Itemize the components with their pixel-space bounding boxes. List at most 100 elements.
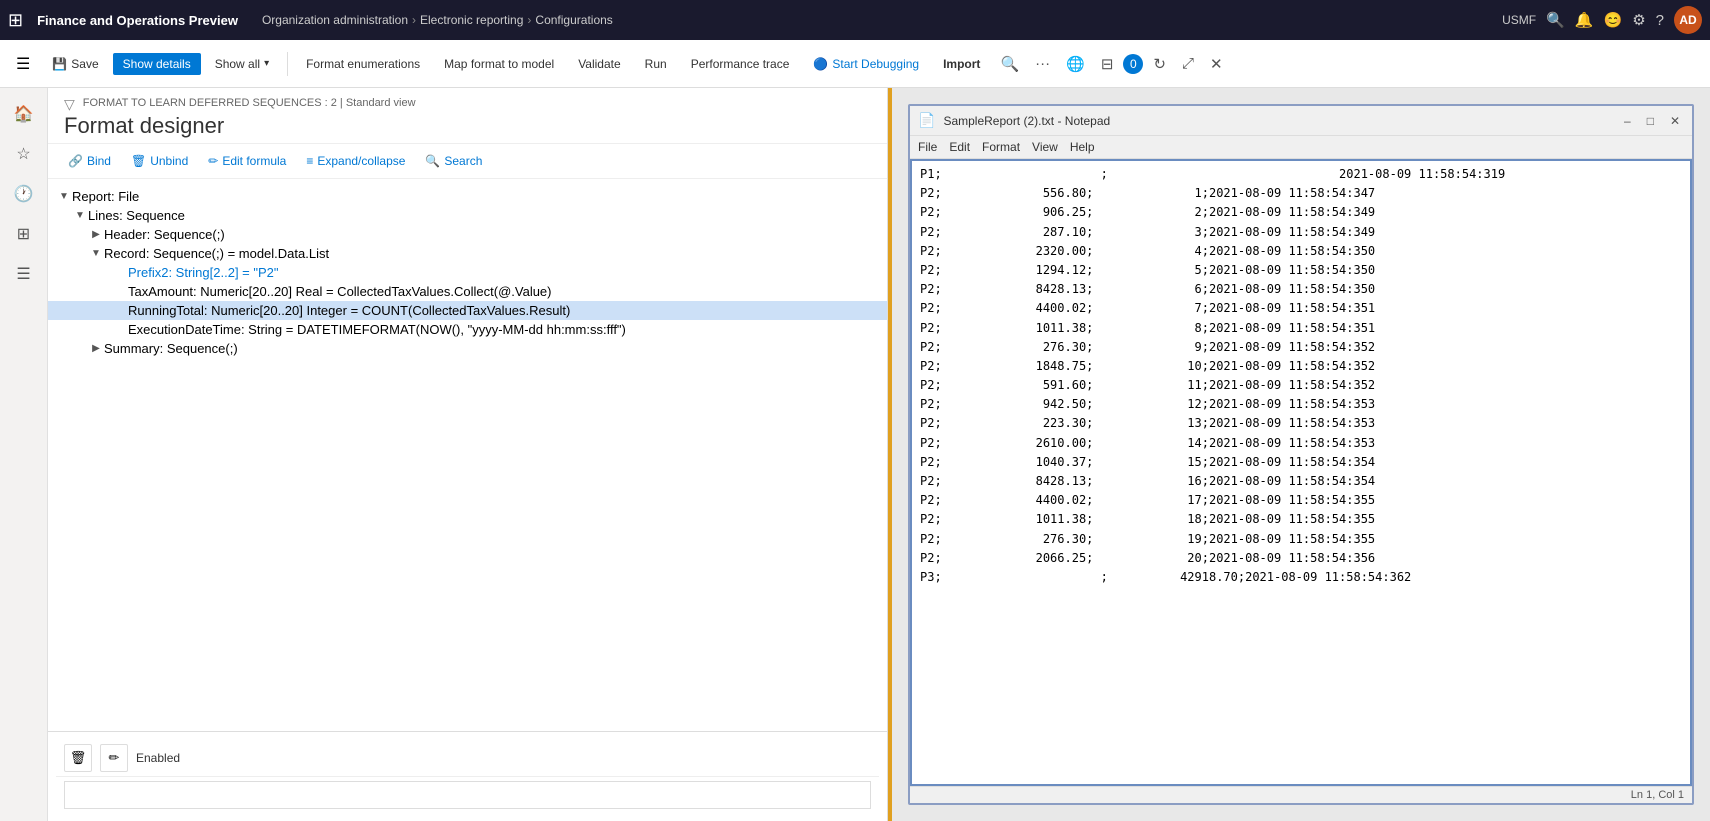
notepad-line: P2; 2320.00; 4;2021-08-09 11:58:54:350	[920, 242, 1682, 261]
toolbar-globe-icon[interactable]: 🌐	[1060, 51, 1091, 77]
notepad-line: P2; 2066.25; 20;2021-08-09 11:58:54:356	[920, 549, 1682, 568]
help-icon[interactable]: ?	[1656, 12, 1664, 29]
notepad-titlebar: 📄 SampleReport (2).txt - Notepad – □ ✕	[910, 106, 1692, 136]
performance-trace-button[interactable]: Performance trace	[681, 53, 800, 75]
grid-icon[interactable]: ⊞	[8, 10, 23, 31]
tree-arrow-lines: ▼	[72, 210, 88, 221]
toolbar-close-icon[interactable]: ✕	[1204, 51, 1229, 77]
notepad-line: P2; 223.30; 13;2021-08-09 11:58:54:353	[920, 414, 1682, 433]
tree-row[interactable]: ▼ Lines: Sequence	[48, 206, 887, 225]
notepad-line: P2; 556.80; 1;2021-08-09 11:58:54:347	[920, 184, 1682, 203]
edit-icon: ✏	[109, 750, 120, 766]
bind-button[interactable]: 🔗 Bind	[64, 152, 115, 170]
notepad-line: P3; ; 42918.70;2021-08-09 11:58:54:362	[920, 568, 1682, 587]
pencil-icon: ✏	[208, 154, 218, 168]
unbind-button[interactable]: 🗑 Unbind	[127, 152, 192, 170]
bottom-toolbar: 🗑 ✏ Enabled	[56, 740, 879, 777]
minimize-button[interactable]: –	[1620, 114, 1635, 128]
unlink-icon: 🗑	[131, 154, 146, 168]
save-icon: 💾	[52, 57, 67, 71]
notepad-line: P2; 1011.38; 8;2021-08-09 11:58:54:351	[920, 319, 1682, 338]
smile-icon[interactable]: 😊	[1604, 11, 1623, 29]
search-icon[interactable]: 🔍	[1546, 11, 1565, 29]
breadcrumb-item-1[interactable]: Organization administration	[262, 13, 408, 27]
notepad-line: P2; 276.30; 9;2021-08-09 11:58:54:352	[920, 338, 1682, 357]
enabled-input[interactable]	[64, 781, 871, 809]
validate-button[interactable]: Validate	[568, 53, 630, 75]
toolbar-expand-icon[interactable]: ⤢	[1176, 51, 1200, 76]
notepad-line: P2; 8428.13; 6;2021-08-09 11:58:54:350	[920, 280, 1682, 299]
start-debugging-button[interactable]: 🔵 Start Debugging	[803, 53, 929, 75]
tree-row[interactable]: TaxAmount: Numeric[20..20] Real = Collec…	[48, 282, 887, 301]
notepad-line: P2; 4400.02; 17;2021-08-09 11:58:54:355	[920, 491, 1682, 510]
chevron-down-icon: ▾	[264, 58, 269, 69]
expand-icon: ≡	[306, 154, 313, 168]
tree-row-running-total[interactable]: RunningTotal: Numeric[20..20] Integer = …	[48, 301, 887, 320]
toolbar-columns-icon[interactable]: ⊟	[1095, 51, 1120, 77]
notepad-line: P2; 8428.13; 16;2021-08-09 11:58:54:354	[920, 472, 1682, 491]
restore-button[interactable]: □	[1643, 114, 1658, 128]
edit-formula-button[interactable]: ✏ Edit formula	[204, 152, 290, 170]
clock-icon[interactable]: 🕐	[6, 176, 42, 212]
menu-file[interactable]: File	[918, 140, 937, 154]
tree-arrow-summary: ▶	[88, 343, 104, 354]
tree-arrow-record: ▼	[88, 248, 104, 259]
toolbar-badge-icon[interactable]: 0	[1123, 54, 1143, 74]
panel-header: ▽ FORMAT TO LEARN DEFERRED SEQUENCES : 2…	[48, 88, 887, 144]
notepad-line: P2; 906.25; 2;2021-08-09 11:58:54:349	[920, 203, 1682, 222]
close-button[interactable]: ✕	[1666, 114, 1684, 128]
save-button[interactable]: 💾 Save	[42, 53, 108, 75]
toolbar-more-icon[interactable]: ···	[1029, 51, 1056, 76]
menu-format[interactable]: Format	[982, 140, 1020, 154]
expand-collapse-button[interactable]: ≡ Expand/collapse	[302, 152, 409, 170]
delete-button[interactable]: 🗑	[64, 744, 92, 772]
tree-row[interactable]: ▶ Summary: Sequence(;)	[48, 339, 887, 358]
list-icon[interactable]: ☰	[6, 256, 42, 292]
run-button[interactable]: Run	[635, 53, 677, 75]
menu-view[interactable]: View	[1032, 140, 1058, 154]
notepad-content[interactable]: P1; ; 2021-08-09 11:58:54:319P2; 556.80;…	[910, 159, 1692, 786]
show-details-button[interactable]: Show details	[113, 53, 201, 75]
notepad-line: P2; 1011.38; 18;2021-08-09 11:58:54:355	[920, 510, 1682, 529]
notepad-line: P1; ; 2021-08-09 11:58:54:319	[920, 165, 1682, 184]
format-enumerations-button[interactable]: Format enumerations	[296, 53, 430, 75]
notepad-file-icon: 📄	[918, 112, 935, 129]
tree-arrow-report: ▼	[56, 191, 72, 202]
show-all-button[interactable]: Show all ▾	[205, 53, 279, 75]
home-icon[interactable]: 🏠	[6, 96, 42, 132]
tree-row[interactable]: ▶ Header: Sequence(;)	[48, 225, 887, 244]
import-button[interactable]: Import	[933, 53, 990, 75]
settings-icon[interactable]: ⚙	[1632, 11, 1645, 29]
filter-icon[interactable]: ▽	[64, 96, 75, 113]
tree-arrow-header: ▶	[88, 229, 104, 240]
notepad-menu: File Edit Format View Help	[910, 136, 1692, 159]
search-button[interactable]: 🔍 Search	[421, 152, 486, 170]
avatar[interactable]: AD	[1674, 6, 1702, 34]
toolbar-search-icon[interactable]: 🔍	[994, 51, 1025, 77]
hamburger-icon[interactable]: ☰	[8, 50, 38, 78]
edit-button[interactable]: ✏	[100, 744, 128, 772]
notepad-title: SampleReport (2).txt - Notepad	[943, 114, 1612, 128]
notepad-window: 📄 SampleReport (2).txt - Notepad – □ ✕ F…	[908, 104, 1694, 805]
star-icon[interactable]: ☆	[6, 136, 42, 172]
tree-row[interactable]: ▼ Report: File	[48, 187, 887, 206]
menu-help[interactable]: Help	[1070, 140, 1095, 154]
action-bar: 🔗 Bind 🗑 Unbind ✏ Edit formula ≡ Expand/…	[48, 144, 887, 179]
breadcrumb-item-2[interactable]: Electronic reporting	[420, 13, 523, 27]
notepad-line: P2; 276.30; 19;2021-08-09 11:58:54:355	[920, 530, 1682, 549]
notepad-line: P2; 942.50; 12;2021-08-09 11:58:54:353	[920, 395, 1682, 414]
page-title: Format designer	[64, 113, 871, 139]
menu-edit[interactable]: Edit	[949, 140, 970, 154]
bell-icon[interactable]: 🔔	[1575, 11, 1594, 29]
tree-row[interactable]: ExecutionDateTime: String = DATETIMEFORM…	[48, 320, 887, 339]
map-format-button[interactable]: Map format to model	[434, 53, 564, 75]
search-icon-action: 🔍	[425, 154, 440, 168]
grid-side-icon[interactable]: ⊞	[6, 216, 42, 252]
link-icon: 🔗	[68, 154, 83, 168]
tree-row[interactable]: Prefix2: String[2..2] = "P2"	[48, 263, 887, 282]
tree-row[interactable]: ▼ Record: Sequence(;) = model.Data.List	[48, 244, 887, 263]
notepad-line: P2; 591.60; 11;2021-08-09 11:58:54:352	[920, 376, 1682, 395]
tree-area[interactable]: ▼ Report: File ▼ Lines: Sequence ▶ Heade…	[48, 179, 887, 731]
breadcrumb-item-3[interactable]: Configurations	[535, 13, 612, 27]
toolbar-refresh-icon[interactable]: ↻	[1147, 51, 1172, 77]
